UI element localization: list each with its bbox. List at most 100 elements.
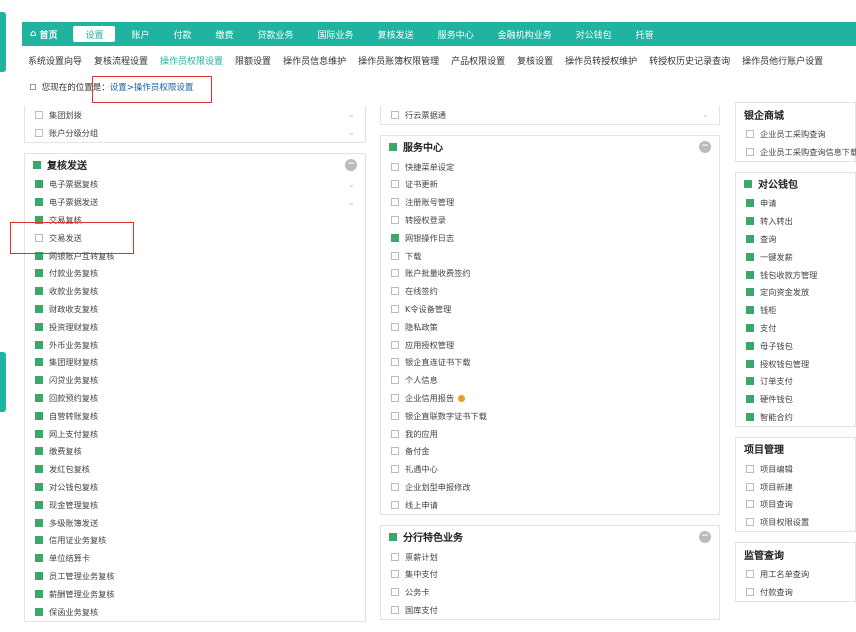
permission-checkbox[interactable] [391,305,399,314]
permission-row[interactable]: 银企直联数字证书下载 [381,407,719,425]
permission-row[interactable]: 下载 [381,247,719,265]
permission-row[interactable]: 电子票据发送 ⌄ [25,193,365,211]
permission-row[interactable]: 闪贷业务复核 [25,371,365,389]
permission-row[interactable]: 账户批量收费签约 [381,265,719,283]
permission-checkbox[interactable] [35,572,43,581]
chevron-down-icon[interactable]: ⌄ [348,198,355,207]
permission-checkbox[interactable] [746,359,754,368]
subnav-item[interactable]: 复核流程设置 [88,54,154,67]
panel-select-all-checkbox[interactable] [744,179,752,188]
permission-checkbox[interactable] [391,376,399,385]
permission-checkbox[interactable] [391,322,399,331]
permission-row[interactable]: 我的应用 [381,425,719,443]
permission-checkbox[interactable] [35,429,43,438]
permission-row[interactable]: 自营转账复核 [25,407,365,425]
nav-item[interactable]: 付款 [162,22,204,46]
permission-row[interactable]: 保函业务复核 [25,603,365,621]
permission-row[interactable]: 缴费复核 [25,443,365,461]
permission-row[interactable]: 个人信息 [381,371,719,389]
permission-checkbox[interactable] [35,376,43,385]
permission-row[interactable]: 注册账号管理 [381,193,719,211]
permission-row[interactable]: 投资理财复核 [25,318,365,336]
permission-checkbox[interactable] [35,180,43,189]
permission-row[interactable]: 授权钱包管理 [736,355,855,373]
permission-row[interactable]: 企业划型申报修改 [381,478,719,496]
permission-row[interactable]: 禀薪计划 [381,548,719,566]
chevron-down-icon[interactable]: ⌄ [348,110,355,119]
permission-row[interactable]: 备付金 [381,443,719,461]
subnav-item[interactable]: 复核设置 [511,54,559,67]
nav-item[interactable]: 复核发送 [366,22,426,46]
permission-row[interactable]: 线上申请 [381,496,719,514]
permission-checkbox[interactable] [391,606,399,615]
permission-row[interactable]: 定向资金发放 [736,284,855,302]
permission-row[interactable]: 银企直连证书下载 [381,354,719,372]
permission-row[interactable]: 支付 [736,319,855,337]
nav-item[interactable]: 贷款业务 [246,22,306,46]
permission-checkbox[interactable] [746,129,754,138]
permission-checkbox[interactable] [746,147,754,156]
permission-checkbox[interactable] [391,358,399,367]
permission-row[interactable]: 一键发薪 [736,248,855,266]
permission-checkbox[interactable] [35,110,43,119]
permission-checkbox[interactable] [35,483,43,492]
permission-row[interactable]: 对公钱包复核 [25,478,365,496]
permission-row[interactable]: K令设备管理 [381,300,719,318]
permission-checkbox[interactable] [391,233,399,242]
subnav-item[interactable]: 操作员他行账户设置 [736,54,829,67]
subnav-item[interactable]: 操作员信息维护 [277,54,352,67]
side-tab-top[interactable] [0,12,6,72]
nav-item[interactable]: 金融机构业务 [486,22,564,46]
nav-item[interactable]: 对公钱包 [564,22,624,46]
permission-checkbox[interactable] [746,288,754,297]
permission-checkbox[interactable] [746,518,754,527]
permission-row[interactable]: 申请 [736,195,855,213]
permission-row[interactable]: 查询 [736,230,855,248]
permission-checkbox[interactable] [391,251,399,260]
permission-row[interactable]: 企业信用报告 [381,389,719,407]
permission-row[interactable]: 证书更新 [381,176,719,194]
permission-row[interactable]: 在线签约 [381,282,719,300]
permission-row[interactable]: 礼遇中心 [381,460,719,478]
permission-checkbox[interactable] [746,341,754,350]
panel-select-all-checkbox[interactable] [389,142,397,151]
permission-checkbox[interactable] [35,465,43,474]
permission-checkbox[interactable] [35,447,43,456]
permission-checkbox[interactable] [391,394,399,403]
permission-row[interactable]: 回款预约复核 [25,389,365,407]
permission-checkbox[interactable] [391,483,399,492]
permission-row[interactable]: 行云票据通 ⌄ [381,106,719,124]
permission-checkbox[interactable] [746,482,754,491]
permission-row[interactable]: 收款业务复核 [25,282,365,300]
permission-row[interactable]: 钱柜 [736,301,855,319]
permission-checkbox[interactable] [391,110,399,119]
nav-item[interactable]: 国际业务 [306,22,366,46]
permission-checkbox[interactable] [746,324,754,333]
nav-item[interactable]: 服务中心 [426,22,486,46]
permission-checkbox[interactable] [35,305,43,314]
permission-row[interactable]: 员工管理业务复核 [25,567,365,585]
subnav-item[interactable]: 操作员转授权维护 [559,54,643,67]
permission-checkbox[interactable] [391,287,399,296]
permission-checkbox[interactable] [35,554,43,563]
permission-checkbox[interactable] [391,500,399,509]
nav-item[interactable]: 缴费 [204,22,246,46]
permission-row[interactable]: 项目查询 [736,496,855,514]
permission-row[interactable]: 公务卡 [381,583,719,601]
permission-row[interactable]: 多级账簿发送 [25,514,365,532]
permission-checkbox[interactable] [391,411,399,420]
permission-row[interactable]: 发红包复核 [25,460,365,478]
permission-row[interactable]: 付款业务复核 [25,265,365,283]
subnav-item[interactable]: 操作员账簿权限管理 [352,54,445,67]
permission-checkbox[interactable] [746,235,754,244]
permission-row[interactable]: 集团划拨 ⌄ [25,106,365,124]
permission-row[interactable]: 母子钱包 [736,337,855,355]
permission-row[interactable]: 应用授权管理 [381,336,719,354]
permission-checkbox[interactable] [746,395,754,404]
permission-row[interactable]: 付款查询 [736,583,855,601]
permission-checkbox[interactable] [746,217,754,226]
permission-checkbox[interactable] [35,128,43,137]
permission-checkbox[interactable] [35,536,43,545]
permission-checkbox[interactable] [391,216,399,225]
permission-row[interactable]: 账户分级分组 ⌄ [25,124,365,142]
